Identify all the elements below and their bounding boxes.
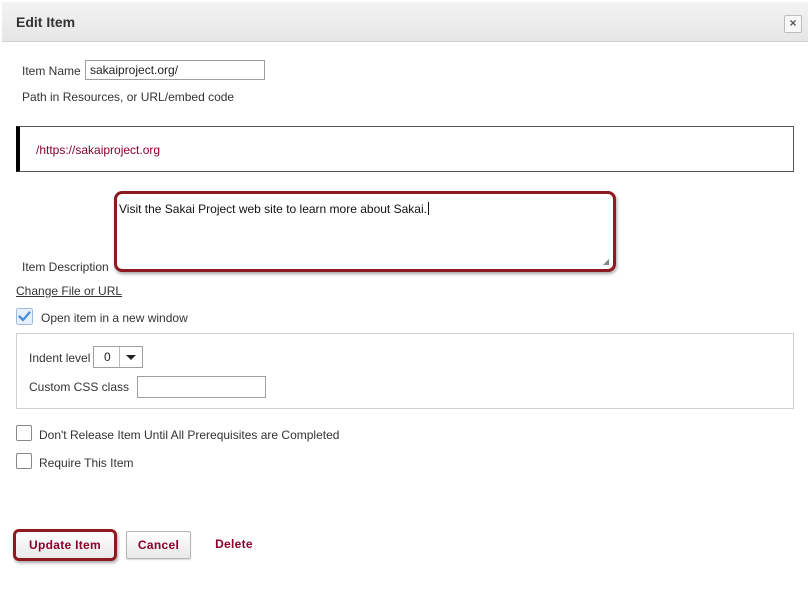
custom-css-label: Custom CSS class (29, 380, 130, 394)
resize-grip-icon[interactable]: ◢ (603, 258, 609, 266)
indent-level-select[interactable]: 0 (93, 346, 143, 368)
indent-level-value: 0 (104, 350, 111, 364)
item-name-label: Item Name (22, 64, 81, 78)
prerequisites-checkbox[interactable] (16, 425, 32, 441)
url-value: /https://sakaiproject.org (36, 143, 161, 157)
url-field[interactable]: /https://sakaiproject.org (16, 126, 794, 172)
require-item-label: Require This Item (39, 456, 134, 470)
cancel-button[interactable]: Cancel (126, 531, 191, 559)
item-description-value: Visit the Sakai Project web site to lear… (119, 202, 429, 216)
prerequisites-label: Don't Release Item Until All Prerequisit… (39, 428, 340, 442)
dialog-header: Edit Item × (2, 2, 808, 42)
open-new-window-checkbox[interactable] (16, 308, 33, 325)
chevron-down-icon (119, 347, 142, 367)
item-description-textarea[interactable]: Visit the Sakai Project web site to lear… (114, 191, 616, 272)
require-item-checkbox[interactable] (16, 453, 32, 469)
update-item-button[interactable]: Update Item (13, 529, 117, 561)
delete-button[interactable]: Delete (206, 531, 262, 559)
edit-item-dialog: Edit Item × Item Name Path in Resources,… (0, 0, 812, 602)
checkmark-icon (16, 308, 33, 325)
close-icon[interactable]: × (784, 15, 802, 33)
indent-level-label: Indent level (29, 351, 91, 365)
dialog-title: Edit Item (16, 14, 76, 30)
item-options-group (16, 333, 794, 409)
change-file-link[interactable]: Change File or URL (16, 284, 122, 298)
item-name-input[interactable] (85, 60, 265, 80)
text-caret (427, 202, 429, 215)
custom-css-input[interactable] (137, 376, 266, 398)
item-description-label: Item Description (22, 260, 109, 274)
path-label: Path in Resources, or URL/embed code (22, 90, 235, 104)
open-new-window-label: Open item in a new window (41, 311, 188, 325)
